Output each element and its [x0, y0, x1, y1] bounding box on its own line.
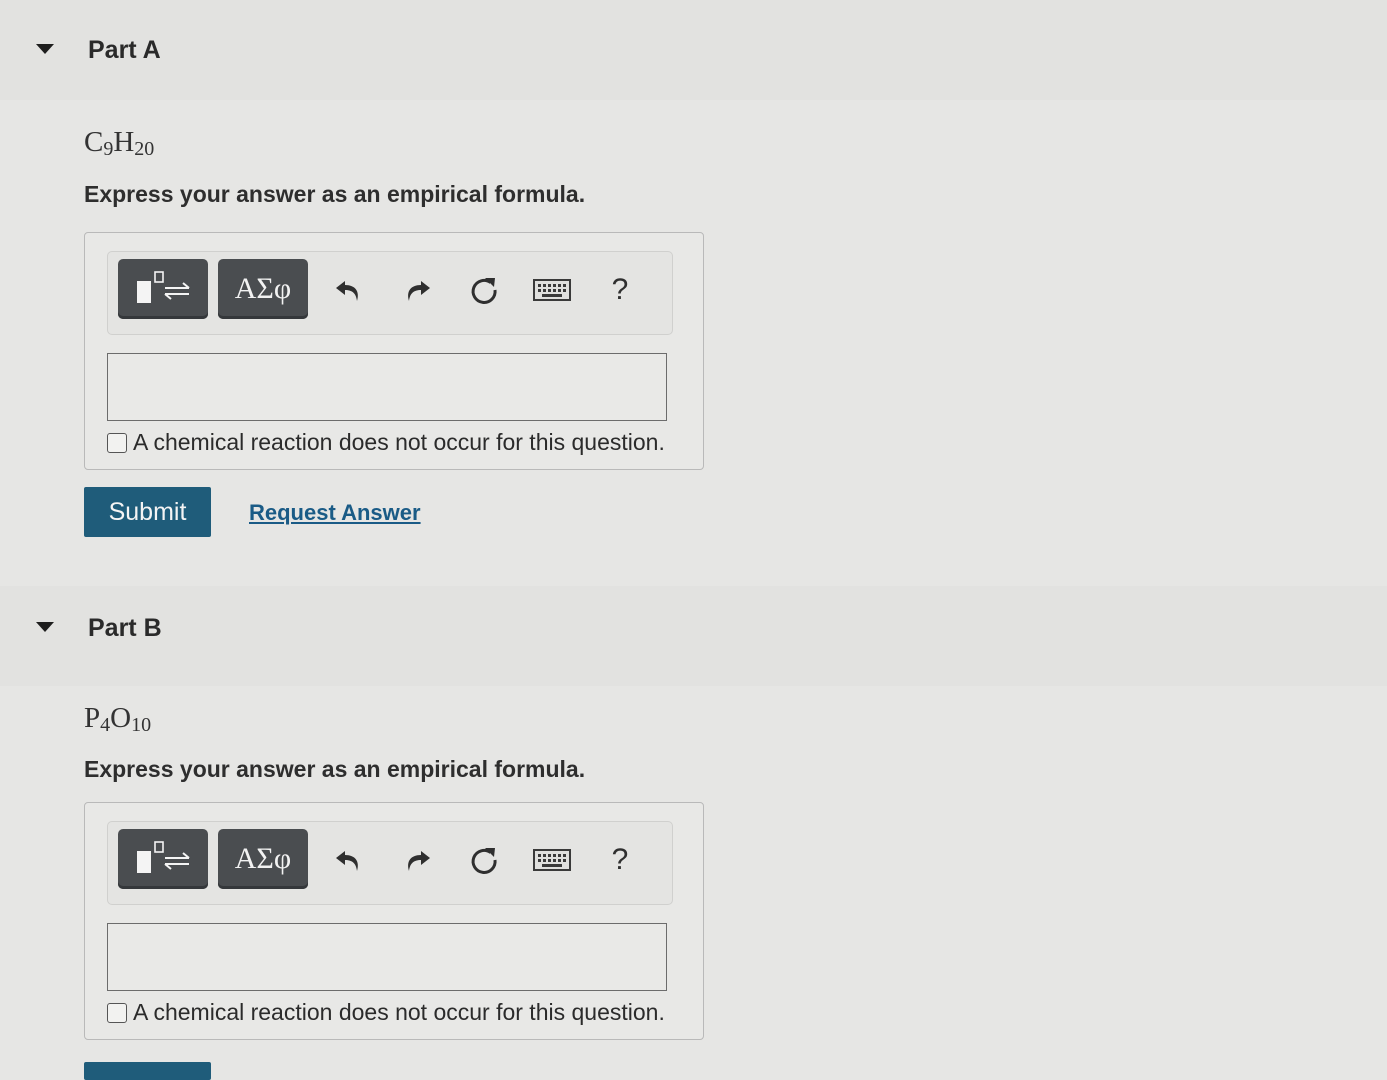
reset-button[interactable] — [464, 270, 504, 310]
part-b-no-reaction-option[interactable]: A chemical reaction does not occur for t… — [107, 999, 665, 1026]
greek-symbols-button[interactable]: ΑΣφ — [218, 829, 308, 889]
part-b-collapse-caret-icon[interactable] — [36, 622, 54, 632]
part-b-instruction: Express your answer as an empirical form… — [84, 756, 586, 782]
redo-button[interactable] — [398, 840, 438, 880]
formula-subscript: 20 — [134, 138, 155, 160]
template-button[interactable] — [118, 829, 208, 889]
part-b-answer-box: ΑΣφ ? A chemical reaction does not occur… — [84, 802, 704, 1040]
template-icon — [137, 841, 190, 873]
reset-button[interactable] — [464, 840, 504, 880]
part-a-instruction: Express your answer as an empirical form… — [84, 181, 586, 207]
keyboard-button[interactable] — [532, 270, 572, 310]
help-button[interactable]: ? — [600, 270, 640, 310]
part-a-toolbar: ΑΣφ ? — [107, 251, 673, 335]
part-a-title[interactable]: Part A — [88, 36, 161, 65]
part-a-header-band — [0, 0, 1387, 100]
formula-subscript: 4 — [100, 714, 111, 736]
undo-button[interactable] — [328, 270, 368, 310]
redo-button[interactable] — [398, 270, 438, 310]
part-a-collapse-caret-icon[interactable] — [36, 44, 54, 54]
no-reaction-label: A chemical reaction does not occur for t… — [133, 429, 665, 455]
part-a-submit-button[interactable]: Submit — [84, 487, 211, 537]
undo-icon — [336, 281, 358, 301]
formula-subscript: 10 — [131, 714, 152, 736]
keyboard-icon — [533, 849, 571, 871]
undo-button[interactable] — [328, 840, 368, 880]
help-button[interactable]: ? — [600, 840, 640, 880]
template-icon — [137, 271, 190, 303]
formula-element: O — [110, 702, 132, 734]
formula-subscript: 9 — [103, 138, 114, 160]
formula-element: C — [84, 126, 104, 158]
redo-icon — [408, 851, 430, 871]
part-a-answer-input[interactable] — [107, 353, 667, 421]
part-a-no-reaction-option[interactable]: A chemical reaction does not occur for t… — [107, 429, 665, 456]
greek-symbols-button[interactable]: ΑΣφ — [218, 259, 308, 319]
part-b-formula: P4O10 — [84, 702, 151, 737]
template-button[interactable] — [118, 259, 208, 319]
keyboard-icon — [533, 279, 571, 301]
part-a-request-answer-link[interactable]: Request Answer — [249, 500, 421, 526]
part-b-title[interactable]: Part B — [88, 614, 162, 643]
part-b-submit-button[interactable] — [84, 1062, 211, 1080]
reset-icon — [471, 848, 497, 874]
formula-element: P — [84, 702, 101, 734]
no-reaction-checkbox[interactable] — [107, 432, 127, 453]
part-a-answer-box: ΑΣφ ? A chemical reaction does not occur… — [84, 232, 704, 470]
part-a-formula: C9H20 — [84, 126, 154, 161]
part-b-header-band — [0, 586, 1387, 686]
no-reaction-checkbox[interactable] — [107, 1002, 127, 1023]
reset-icon — [471, 278, 497, 304]
no-reaction-label: A chemical reaction does not occur for t… — [133, 999, 665, 1025]
formula-element: H — [113, 126, 135, 158]
part-b-answer-input[interactable] — [107, 923, 667, 991]
keyboard-button[interactable] — [532, 840, 572, 880]
redo-icon — [408, 281, 430, 301]
part-b-toolbar: ΑΣφ ? — [107, 821, 673, 905]
undo-icon — [336, 851, 358, 871]
